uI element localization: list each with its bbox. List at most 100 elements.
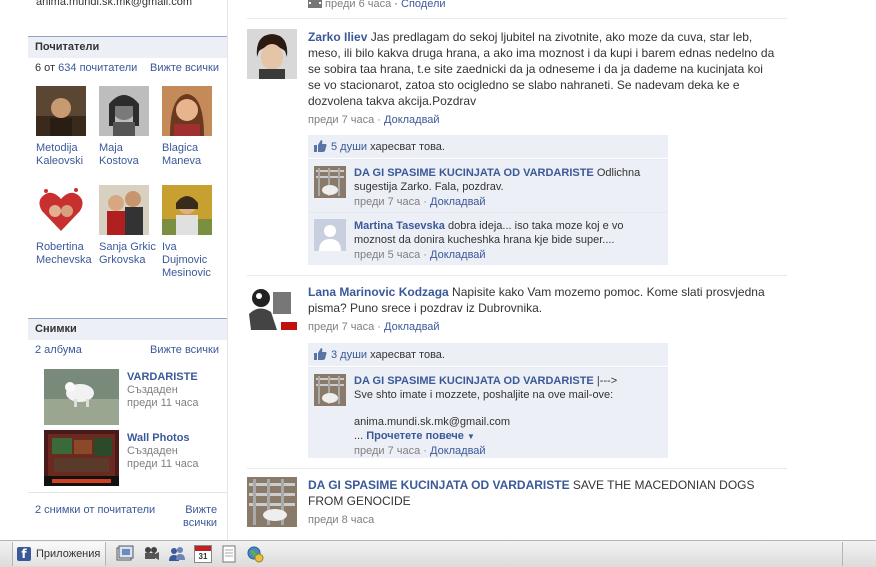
story-author[interactable]: DA GI SPASIME KUCINJATA OD VARDARISTE <box>308 478 570 492</box>
chevron-down-icon[interactable]: ▼ <box>467 432 475 441</box>
story-message: Lana Marinovic Kodzaga Napisite kako Vam… <box>308 284 778 316</box>
fan-photos-link[interactable]: 2 снимки от почитатели <box>35 504 155 516</box>
photos-box: Снимки 2 албума Вижте всички <box>28 318 227 356</box>
fans-count-prefix: 6 от <box>35 62 56 74</box>
comment: Martina Tasevska dobra ideja... iso taka… <box>308 212 668 265</box>
fan-photo[interactable] <box>36 185 86 235</box>
calendar-app-icon[interactable]: 31 <box>194 545 212 563</box>
friends-app-icon[interactable] <box>168 545 186 563</box>
default-avatar-icon[interactable] <box>314 219 346 251</box>
fan-first-name[interactable]: Blagica <box>162 142 198 154</box>
story-feedback: 3 души харесват това. DA GI SPASIME KUCI… <box>308 343 668 458</box>
commenter-avatar[interactable] <box>314 374 346 406</box>
fan-photo[interactable] <box>162 185 212 235</box>
video-app-icon[interactable] <box>142 545 160 563</box>
fans-count-link[interactable]: 634 почитатели <box>58 62 137 74</box>
fan-last-name[interactable]: Grkovska <box>99 254 145 266</box>
fan-item[interactable]: Sanja Grkic Grkovska <box>99 185 159 267</box>
fan-last-name[interactable]: Maneva <box>162 155 201 167</box>
fan-item[interactable]: Maja Kostova <box>99 86 159 168</box>
applications-label: Приложения <box>36 548 101 560</box>
story-time: преди 7 часа <box>308 114 375 126</box>
photos-app-icon[interactable] <box>116 545 134 563</box>
comment-report-link[interactable]: Докладвай <box>430 196 486 208</box>
story-author[interactable]: Lana Marinovic Kodzaga <box>308 285 449 299</box>
story-meta: преди 7 часа · Докладвай <box>308 114 440 126</box>
photos-header: Снимки <box>28 318 227 340</box>
report-link[interactable]: Докладвай <box>384 114 440 126</box>
comment-time: преди 7 часа <box>354 196 421 208</box>
share-link[interactable]: Сподели <box>401 0 446 10</box>
likes-count-link[interactable]: 5 души <box>331 141 367 153</box>
album-name[interactable]: VARDARISTE <box>127 371 199 384</box>
comment-time: преди 5 часа <box>354 249 421 261</box>
fan-last-name[interactable]: Kostova <box>99 155 139 167</box>
report-link[interactable]: Докладвай <box>384 321 440 333</box>
album-time: преди 11 часа <box>127 397 199 409</box>
globe-app-icon[interactable] <box>246 545 264 563</box>
likes-row: 5 души харесват това. <box>308 135 668 159</box>
fan-first-name[interactable]: Maja <box>99 142 123 154</box>
commenter-avatar[interactable] <box>314 166 346 198</box>
comment-report-link[interactable]: Докладвай <box>430 445 486 457</box>
album-thumbnail[interactable] <box>44 430 119 486</box>
fans-header: Почитатели <box>28 36 227 58</box>
bottom-chat-bar: f Приложения 31 <box>0 540 876 567</box>
story-author[interactable]: Zarko Iliev <box>308 30 367 44</box>
fan-photo[interactable] <box>99 86 149 136</box>
comment-author[interactable]: DA GI SPASIME KUCINJATA OD VARDARISTE <box>354 375 594 387</box>
column-divider <box>227 0 228 540</box>
fan-photos-see-all-link[interactable]: Вижте всички <box>183 504 217 530</box>
applications-button[interactable]: f Приложения <box>12 542 106 566</box>
author-avatar[interactable] <box>247 477 297 527</box>
like-thumb-icon <box>314 348 327 360</box>
likes-text: харесват това. <box>370 141 445 153</box>
read-more-link[interactable]: Прочетете повече ▼ <box>366 430 475 442</box>
story-message: DA GI SPASIME KUCINJATA OD VARDARISTE SA… <box>308 477 778 509</box>
author-avatar[interactable] <box>247 284 297 334</box>
story-message: Zarko Iliev Jas predlagam do sekoj ljubi… <box>308 29 778 109</box>
album-name[interactable]: Wall Photos <box>127 432 199 445</box>
previous-story-meta: преди 6 часа · Сподели <box>308 0 446 10</box>
fan-first-name[interactable]: Metodija <box>36 142 78 154</box>
author-avatar[interactable] <box>247 29 297 79</box>
fan-item[interactable]: Metodija Kaleovski <box>36 86 96 168</box>
fan-photo[interactable] <box>162 86 212 136</box>
likes-text: харесват това. <box>370 349 445 361</box>
fan-last-name[interactable]: Kaleovski <box>36 155 83 167</box>
fan-item[interactable]: Robertina Mechevska <box>36 185 96 267</box>
comment: DA GI SPASIME KUCINJATA OD VARDARISTE |-… <box>308 367 668 458</box>
fan-item[interactable]: Iva Dujmovic Mesinovic <box>162 185 222 280</box>
previous-story-time: преди 6 часа <box>325 0 392 10</box>
fan-first-name[interactable]: Iva <box>162 241 177 253</box>
comment-text-line: Sve shto imate i mozzete, poshaljite na … <box>354 389 614 401</box>
comment-author[interactable]: Martina Tasevska <box>354 220 445 232</box>
comment-email: anima.mundi.sk.mk@gmail.com <box>354 416 511 428</box>
story-meta: преди 8 часа <box>308 512 778 528</box>
fans-box: Почитатели 6 от 634 почитатели Вижте вси… <box>28 36 227 74</box>
fan-photo[interactable] <box>36 86 86 136</box>
comment-author[interactable]: DA GI SPASIME KUCINJATA OD VARDARISTE <box>354 167 594 179</box>
fan-photo[interactable] <box>99 185 149 235</box>
fan-first-name[interactable]: Robertina <box>36 241 84 253</box>
fan-last-name[interactable]: Mechevska <box>36 254 92 266</box>
comment-report-link[interactable]: Докладвай <box>430 249 486 261</box>
story-text: Jas predlagam do sekoj ljubitel na zivot… <box>308 30 775 108</box>
fan-item[interactable]: Blagica Maneva <box>162 86 222 168</box>
albums-link[interactable]: 2 албума <box>35 344 82 356</box>
fan-last-name[interactable]: Dujmovic Mesinovic <box>162 254 211 279</box>
story-time: преди 7 часа <box>308 321 375 333</box>
chat-toggle[interactable] <box>842 542 876 566</box>
page-email: anima.mundi.sk.mk@gmail.com <box>36 0 193 8</box>
photos-see-all-link[interactable]: Вижте всички <box>150 344 219 356</box>
album-created: Създаден <box>127 445 178 457</box>
fan-first-name[interactable]: Sanja Grkic <box>99 241 156 253</box>
album-time: преди 11 часа <box>127 458 199 470</box>
likes-row: 3 души харесват това. <box>308 343 668 367</box>
album-thumbnail[interactable] <box>44 369 119 425</box>
facebook-logo-icon: f <box>17 547 31 561</box>
likes-count-link[interactable]: 3 души <box>331 349 367 361</box>
notes-app-icon[interactable] <box>220 545 238 563</box>
fans-see-all-link[interactable]: Вижте всички <box>150 62 219 74</box>
story-time: преди 8 часа <box>308 514 375 526</box>
